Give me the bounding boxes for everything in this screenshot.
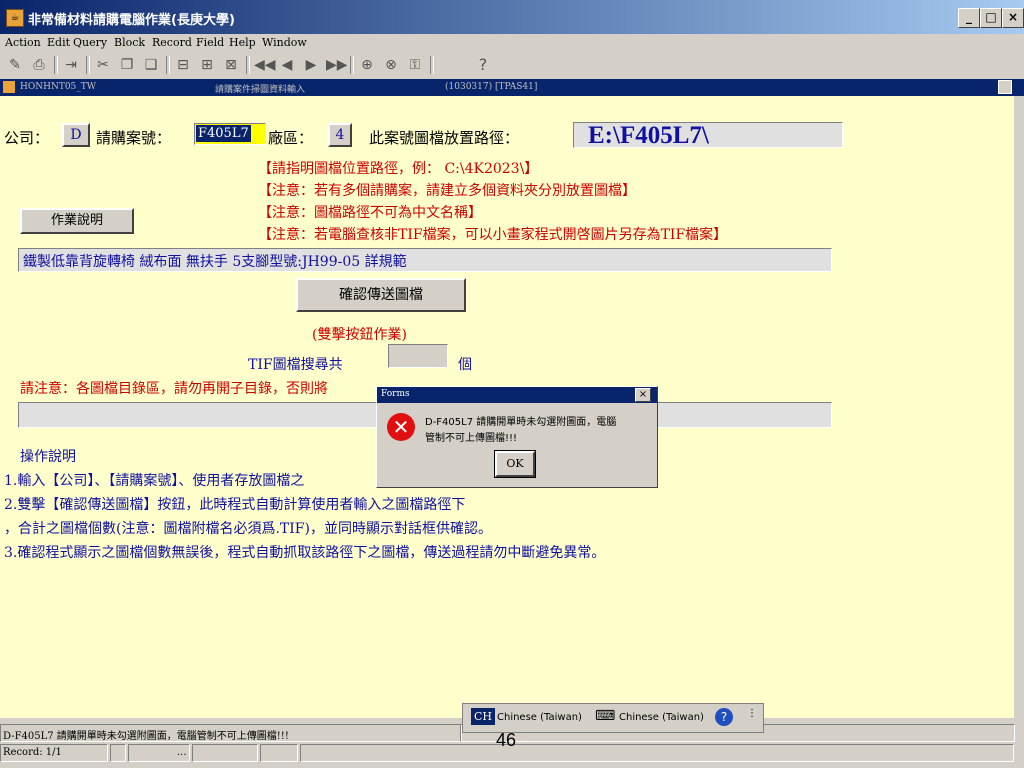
exit-icon[interactable]: ⇥ (62, 56, 80, 74)
window-title: 非常備材料請購電腦作業(長庚大學) (28, 13, 235, 28)
note-tif-conversion: 【注意：若電腦查核非TIF檔案，可以小畫家程式開啓圖片另存為TIF檔案】 (258, 227, 728, 243)
insert-record-icon[interactable]: ⊕ (358, 56, 376, 74)
ops-step-3: 3.確認程式顯示之圖檔個數無誤後，程式自動抓取該路徑下之圖檔，傳送過程請勿中斷避… (4, 545, 606, 561)
print-icon[interactable]: ⎙ (30, 56, 48, 74)
form-id: HONHNT05_TW (20, 82, 97, 92)
menu-window[interactable]: Window (262, 36, 307, 49)
path-value: E:\F405L7\ (588, 122, 709, 148)
cut-icon[interactable]: ✂ (94, 56, 112, 74)
status-cell-4 (260, 744, 298, 762)
enter-query-icon[interactable]: ⊟ (174, 56, 192, 74)
toolbar: ✎ ⎙ ⇥ ✂ ❐ ❏ ⊟ ⊞ ⊠ ◀◀ ◀ ▶ ▶▶ ⊕ ⊗ ⚿ ? (0, 52, 1024, 78)
menu-help[interactable]: Help (229, 36, 256, 49)
dialog-titlebar: Forms × (377, 387, 657, 403)
status-cell-3 (192, 744, 258, 762)
first-record-icon[interactable]: ◀◀ (254, 56, 276, 74)
delete-record-icon[interactable]: ⊗ (382, 56, 400, 74)
note-no-chinese-path: 【注意：圖檔路徑不可為中文名稱】 (258, 205, 482, 221)
note-multiple-folders: 【注意：若有多個請購案，請建立多個資料夾分別放置圖檔】 (258, 183, 636, 199)
status-message: D-F405L7 請購開單時未勾選附圖面，電腦管制不可上傳圖檔!!! (3, 731, 289, 742)
ime-language-2[interactable]: Chinese (Taiwan) (619, 712, 704, 723)
lock-record-icon[interactable]: ⚿ (406, 56, 424, 74)
minimize-button[interactable]: _ (958, 8, 980, 28)
ops-step-2-cont: ，合計之圖檔個數(注意：圖檔附檔名必須爲.TIF)，並同時顯示對話框供確認。 (4, 521, 492, 537)
menu-bar: Action Edit Query Block Record Field Hel… (0, 34, 1024, 52)
instructions-button[interactable]: 作業說明 (20, 208, 134, 234)
form-subtitle: 請購案件掃圖資料輸入 (215, 85, 306, 95)
ops-step-2: 2.雙擊【確認傳送圖檔】按鈕，此時程式自動計算使用者輸入之圖檔路徑下 (4, 497, 466, 513)
record-box: Record: 1/1 (0, 744, 108, 762)
ime-help-icon[interactable]: ? (715, 708, 733, 726)
tif-count-label: TIF圖檔搜尋共 (248, 357, 343, 373)
last-record-icon[interactable]: ▶▶ (326, 56, 348, 74)
form-header: HONHNT05_TW 請購案件掃圖資料輸入 (1030317) [TPAS41… (0, 79, 1024, 96)
copy-icon[interactable]: ❐ (118, 56, 136, 74)
close-button[interactable]: × (1002, 8, 1024, 28)
java-app-icon: ☕ (6, 9, 24, 27)
plant-field[interactable]: 4 (328, 123, 352, 147)
forms-alert-dialog: Forms × ✕ D-F405L7 請購開單時未勾選附圖面，電腦 管制不可上傳… (376, 386, 658, 488)
tif-count-field (388, 344, 448, 368)
title-bar: ☕ 非常備材料請購電腦作業(長庚大學) _ □ × (0, 0, 1024, 34)
status-cell-5 (300, 744, 1014, 762)
confirm-send-button[interactable]: 確認傳送圖檔 (296, 278, 466, 312)
company-field[interactable]: D (62, 123, 90, 147)
keyboard-icon[interactable]: ⌨ (595, 708, 615, 724)
ime-options-icon[interactable]: ⋮ (747, 708, 757, 719)
tif-unit-label: 個 (458, 357, 472, 373)
form-icon (3, 81, 15, 93)
next-record-icon[interactable]: ▶ (302, 56, 320, 74)
item-description-field: 鐵製低靠背旋轉椅 絨布面 無扶手 5支腳型號:JH99-05 詳規範 (18, 248, 832, 272)
ime-language-1[interactable]: Chinese (Taiwan) (497, 712, 582, 723)
menu-action[interactable]: Action (5, 36, 41, 49)
execute-query-icon[interactable]: ⊞ (198, 56, 216, 74)
maximize-button[interactable]: □ (980, 8, 1002, 28)
dialog-message-line2: 管制不可上傳圖檔!!! (425, 433, 518, 444)
status-cell-1 (110, 744, 126, 762)
item-description: 鐵製低靠背旋轉椅 絨布面 無扶手 5支腳型號:JH99-05 詳規範 (23, 254, 407, 270)
cancel-query-icon[interactable]: ⊠ (222, 56, 240, 74)
dialog-close-icon[interactable]: × (635, 388, 651, 402)
menu-record[interactable]: Record (152, 36, 192, 49)
path-label: 此案號圖檔放置路徑： (369, 129, 520, 147)
case-number-field[interactable]: F405L7 (194, 123, 266, 145)
error-icon: ✕ (387, 413, 415, 441)
ime-ch-badge[interactable]: CH (471, 708, 496, 725)
dialog-title: Forms (381, 389, 410, 399)
note-path-example: 【請指明圖檔位置路徑，例： C:\4K2023\】 (258, 161, 539, 177)
status-message-box: D-F405L7 請購開單時未勾選附圖面，電腦管制不可上傳圖檔!!! (0, 724, 462, 742)
language-bar: CH Chinese (Taiwan) ⌨ Chinese (Taiwan) ?… (462, 703, 764, 733)
status-dots: ... (177, 747, 187, 758)
case-number-value: F405L7 (196, 125, 251, 142)
ops-title: 操作說明 (20, 449, 76, 465)
record-indicator: Record: 1/1 (3, 747, 62, 758)
menu-query[interactable]: Query (73, 36, 107, 49)
ok-button[interactable]: OK (494, 450, 536, 478)
case-number-label: 請購案號： (96, 129, 172, 147)
subdir-warning: 請注意：各圖檔目錄區，請勿再開子目錄，否則將 (20, 381, 328, 397)
menu-edit[interactable]: Edit (47, 36, 70, 49)
previous-record-icon[interactable]: ◀ (278, 56, 296, 74)
plant-label: 廠區： (268, 129, 314, 147)
help-icon[interactable]: ? (474, 56, 492, 74)
path-field[interactable]: E:\F405L7\ (573, 122, 843, 148)
menu-block[interactable]: Block (114, 36, 145, 49)
status-cell-2: ... (128, 744, 190, 762)
page-number: 46 (496, 730, 517, 750)
form-info: (1030317) [TPAS41] (445, 82, 538, 92)
ops-step-1: 1.輸入【公司】、【請購案號】、使用者存放圖檔之 (4, 473, 305, 489)
paste-icon[interactable]: ❏ (142, 56, 160, 74)
double-click-note: (雙擊按鈕作業) (312, 327, 407, 343)
save-icon[interactable]: ✎ (6, 56, 24, 74)
dialog-message-line1: D-F405L7 請購開單時未勾選附圖面，電腦 (425, 417, 617, 428)
restore-icon[interactable] (998, 80, 1012, 94)
vertical-scrollbar[interactable] (1014, 96, 1024, 718)
menu-field[interactable]: Field (196, 36, 224, 49)
company-label: 公司： (4, 129, 50, 147)
